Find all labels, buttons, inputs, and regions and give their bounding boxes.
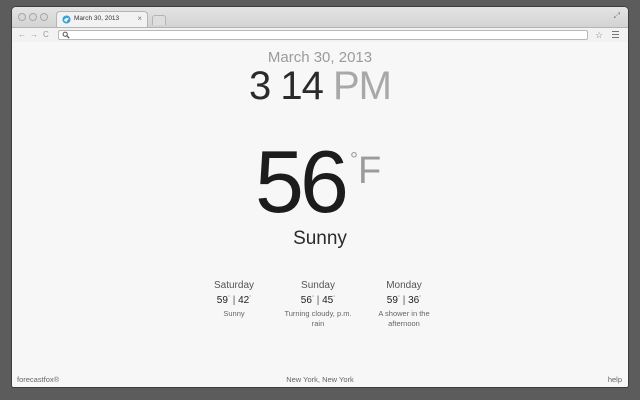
forecast-description: Sunny (223, 309, 245, 318)
tab-close-icon[interactable]: × (137, 13, 142, 25)
weather-page: March 30, 2013 3 14 PM 56 °F Sunny Satur… (12, 42, 628, 387)
help-link[interactable]: help (608, 375, 622, 384)
degree-symbol: ° (350, 149, 358, 171)
forecast-low: 42 (238, 295, 250, 306)
fullscreen-icon[interactable]: ⤢ (614, 11, 620, 21)
forecast-temps: 59° | 36° (364, 295, 444, 306)
forecast-description: Turning cloudy, p.m. rain (284, 309, 352, 328)
address-bar[interactable] (58, 30, 588, 40)
temp-separator: | (402, 295, 406, 306)
search-icon (62, 31, 70, 39)
address-input[interactable] (73, 31, 573, 39)
forward-arrow-icon[interactable]: → (30, 29, 38, 41)
degree-symbol: ° (311, 295, 314, 301)
forecast-day-name: Saturday (213, 280, 255, 291)
location-link[interactable]: New York, New York (12, 375, 628, 384)
degree-symbol: ° (419, 295, 422, 301)
forecast-day: Saturday 59° | 42° Sunny (194, 280, 274, 319)
forecast-day: Sunday 56° | 45° Turning cloudy, p.m. ra… (278, 280, 358, 329)
forecast-high: 56 (300, 295, 312, 306)
forecast-description: A shower in the afternoon (378, 309, 430, 328)
forecast-high: 59 (216, 295, 228, 306)
temp-separator: | (232, 295, 236, 306)
new-tab-button[interactable] (152, 15, 166, 25)
degree-symbol: ° (227, 295, 230, 301)
zoom-window-button[interactable] (40, 13, 48, 21)
forecast-temps: 56° | 45° (278, 295, 358, 306)
browser-toolbar: ← → C ☆ (12, 27, 628, 43)
close-window-button[interactable] (18, 13, 26, 21)
forecast-day-name: Sunday (301, 280, 335, 291)
forecast-low: 45 (322, 295, 334, 306)
tab-strip: March 30, 2013 × ⤢ (12, 7, 628, 27)
forecastfox-favicon-icon (62, 15, 71, 24)
current-condition: Sunny (293, 228, 347, 249)
degree-symbol: ° (249, 295, 252, 301)
reload-icon[interactable]: C (43, 29, 49, 41)
degree-symbol: ° (397, 295, 400, 301)
minimize-window-button[interactable] (29, 13, 37, 21)
back-arrow-icon[interactable]: ← (18, 29, 26, 41)
current-temperature: 56 (255, 132, 349, 231)
forecast-day: Monday 59° | 36° A shower in the afterno… (364, 280, 444, 329)
temperature-unit: °F (350, 149, 382, 192)
time-value: 3 14 (249, 64, 324, 108)
menu-icon[interactable] (612, 31, 619, 38)
forecast-day-name: Monday (386, 280, 422, 291)
forecast-high: 59 (386, 295, 398, 306)
tab-title: March 30, 2013 (74, 15, 120, 22)
degree-symbol: ° (333, 295, 336, 301)
bookmark-star-icon[interactable]: ☆ (595, 29, 603, 41)
unit-letter: F (358, 150, 382, 192)
temp-separator: | (316, 295, 320, 306)
time-ampm: PM (332, 64, 392, 108)
current-time: 3 14 PM (12, 64, 628, 109)
tab-active[interactable]: March 30, 2013 × (56, 11, 148, 27)
forecast-temps: 59° | 42° (194, 295, 274, 306)
forecast-low: 36 (408, 295, 420, 306)
browser-window: March 30, 2013 × ⤢ ← → C ☆ March 30, 201… (12, 7, 628, 387)
